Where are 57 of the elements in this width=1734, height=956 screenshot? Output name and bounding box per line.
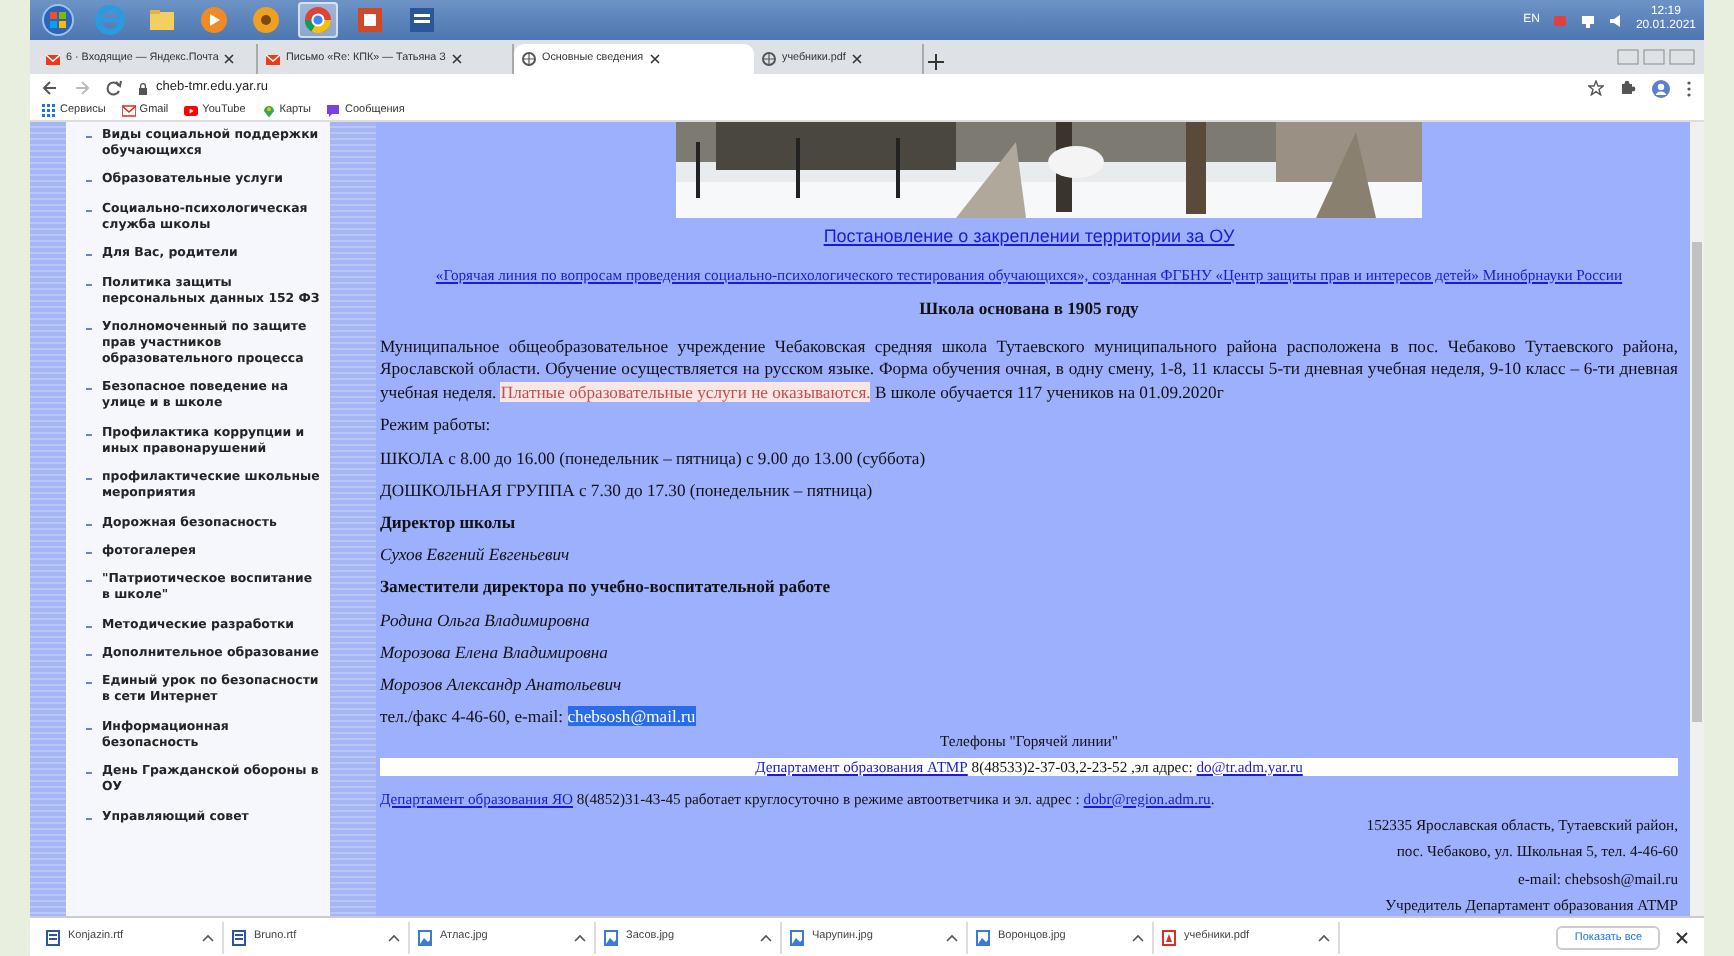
more-icon[interactable] [1686,79,1692,97]
lock-icon [138,81,148,95]
info-line: Заместители директора по учебно-воспитательной работе [380,576,833,599]
avatar-icon[interactable] [1652,79,1670,97]
caret-icon[interactable] [1132,933,1144,941]
back-icon[interactable] [42,80,58,96]
info-line: Морозова Елена Владимировна [380,641,610,664]
info-line: Родина Ольга Владимировна [380,609,592,632]
caret-icon[interactable] [202,933,214,941]
document-icon [232,929,246,945]
scrollbar[interactable] [1690,122,1704,916]
info-line: ДОШКОЛЬНАЯ ГРУППА с 7.30 до 17.30 (понедельник – пятница) [380,479,875,502]
mail-icon [46,53,60,65]
intro-paragraph: Муниципальное общеобразовательное учреждение Чебаковская средняя школа Тутаевского муниципального района расположена в пос. Чебаково Тутаевского района, Ярославской области. Обучение осуществляется на русском языке. Форма обучения очная, в одну смену, 1-8, 11 классы 5-ти дневная учебная неделя, 9-10 класс – 6-ти дневная учебная неделя. Платные образовательные услуги не оказываются. В школе обучается 117 учеников на 01.09.2020г [380,335,1678,405]
network-icon[interactable] [1579,13,1596,27]
start-icon[interactable] [42,4,74,36]
caret-icon[interactable] [1318,933,1330,941]
school-heading: Школа основана в 1905 году [917,295,1141,322]
caret-icon[interactable] [388,933,400,941]
image-icon [790,929,804,945]
word-icon[interactable] [406,4,438,36]
message-icon [326,104,341,118]
folder-icon[interactable] [146,4,178,36]
caret-icon[interactable] [574,933,586,941]
speaker-icon[interactable] [1607,13,1624,27]
map-pin-icon [261,104,276,118]
pdf-icon [1162,929,1176,945]
info-line: ШКОЛА с 8.00 до 16.00 (понедельник – пятница) с 9.00 до 13.00 (суббота) [380,447,928,470]
puzzle-icon[interactable] [1620,80,1636,96]
decree-link[interactable]: Постановление о закреплении территории за ОУ [380,224,1678,251]
globe-icon [522,52,536,66]
contact-label: тел./факс 4-46-60, e-mail: [380,706,566,727]
globe-icon [762,52,776,66]
info-line: Морозов Александр Анатольевич [380,673,624,696]
image-icon [418,929,432,945]
info-line: Режим работы: [380,414,493,437]
powerpoint-icon[interactable] [354,4,386,36]
caret-icon[interactable] [946,933,958,941]
image-icon [604,929,618,945]
reload-icon[interactable] [106,80,122,96]
email-text: chebsosh@mail.ru [567,706,696,727]
close-icon[interactable] [451,54,462,64]
info-line: Сухов Евгений Евгеньевич [380,544,572,567]
document-icon [46,929,60,945]
close-icon[interactable] [649,54,660,64]
mail-icon [266,53,280,65]
info-line: Директор школы [380,512,518,535]
disc-icon[interactable] [250,4,282,36]
close-icon[interactable] [1676,931,1688,943]
star-icon[interactable] [1588,80,1604,96]
close-icon[interactable] [224,54,235,64]
play-icon[interactable] [198,4,230,36]
apps-icon [42,104,56,118]
close-icon[interactable] [851,54,862,64]
caret-icon[interactable] [760,933,772,941]
image-icon [976,929,990,945]
new-tab-icon[interactable] [924,50,948,74]
